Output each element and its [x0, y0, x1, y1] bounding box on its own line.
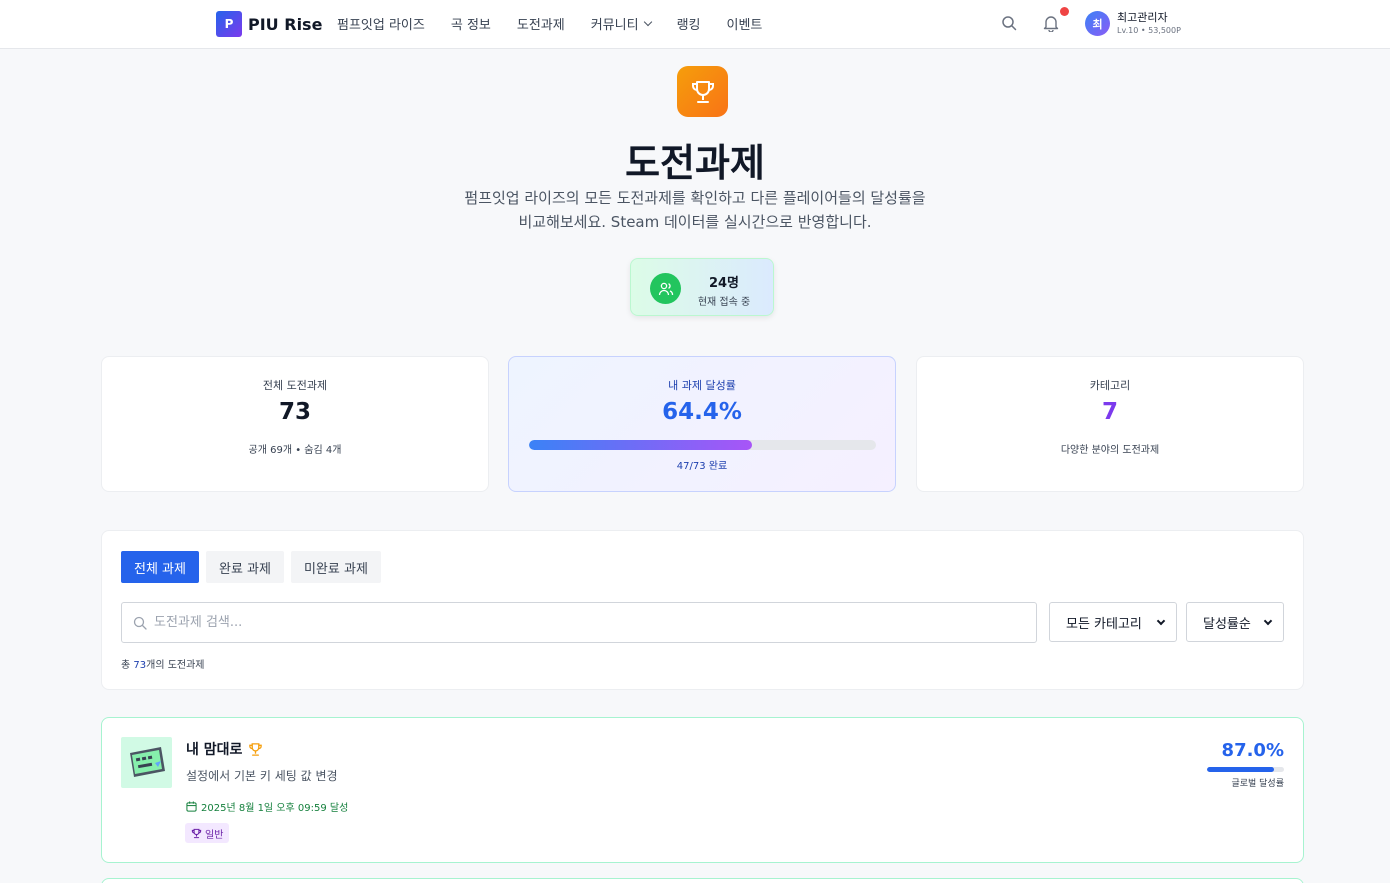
stat-card-total: 전체 도전과제 73 공개 69개 • 숨김 4개	[101, 356, 489, 492]
top-header: P PIU Rise 펌프잇업 라이즈 곡 정보 도전과제 커뮤니티 랭킹 이벤…	[0, 0, 1390, 49]
notification-dot	[1060, 7, 1069, 16]
user-level-points: Lv.10 • 53,500P	[1117, 26, 1181, 35]
tab-all[interactable]: 전체 과제	[121, 551, 199, 583]
chevron-down-icon	[1156, 616, 1166, 626]
tab-completed[interactable]: 완료 과제	[205, 551, 284, 583]
nav-item-community-label: 커뮤니티	[590, 18, 639, 33]
trophy-icon	[677, 66, 728, 117]
stat-card-category: 카테고리 7 다양한 분야의 도전과제	[916, 356, 1304, 492]
achievement-title-text: 내 맘대로	[186, 742, 243, 758]
result-count: 총 73개의 도전과제	[121, 656, 205, 671]
logo-badge: P	[216, 11, 242, 37]
stat-value: 64.4%	[662, 399, 742, 425]
search-input[interactable]	[154, 603, 1024, 642]
progress-fill	[529, 440, 753, 450]
result-count-suffix: 개의 도전과제	[146, 660, 205, 671]
online-users-badge: 24명 현재 접속 중	[630, 258, 774, 316]
sort-select[interactable]: 달성률순	[1186, 602, 1284, 642]
chevron-down-icon	[643, 17, 652, 26]
logo[interactable]: P PIU Rise	[216, 11, 322, 37]
achievement-card[interactable]	[101, 878, 1304, 883]
global-completion-percent: 87.0%	[1221, 740, 1284, 761]
page-description: 펌프잇업 라이즈의 모든 도전과제를 확인하고 다른 플레이어들의 달성률을 비…	[395, 186, 995, 234]
tab-bar: 전체 과제 완료 과제 미완료 과제	[121, 551, 388, 583]
stat-value: 7	[1101, 399, 1118, 425]
category-badge-label: 일반	[205, 829, 224, 841]
achievement-description: 설정에서 기본 키 세팅 값 변경	[186, 769, 338, 783]
stat-card-my-progress: 내 과제 달성률 64.4% 47/73 완료	[508, 356, 896, 492]
nav-item-song-info[interactable]: 곡 정보	[451, 14, 491, 33]
progress-bar	[529, 440, 876, 450]
filter-panel: 전체 과제 완료 과제 미완료 과제 모든 카테고리 달성률순 총 73개의 도…	[101, 530, 1304, 690]
nav-item-pump-it-up-rise[interactable]: 펌프잇업 라이즈	[337, 14, 425, 33]
nav-item-events[interactable]: 이벤트	[726, 14, 762, 33]
search-icon	[133, 615, 147, 634]
stat-sub: 공개 69개 • 숨김 4개	[248, 445, 342, 456]
search-icon[interactable]	[1001, 15, 1017, 35]
page-title: 도전과제	[625, 141, 765, 185]
tab-incomplete[interactable]: 미완료 과제	[290, 551, 381, 583]
achievement-card[interactable]: 내 맘대로 설정에서 기본 키 세팅 값 변경 2025년 8월 1일 오후 0…	[101, 717, 1304, 863]
stat-label: 내 과제 달성률	[668, 379, 736, 392]
category-select-value: 모든 카테고리	[1066, 616, 1142, 632]
calendar-icon	[186, 801, 197, 812]
chevron-down-icon	[1263, 616, 1273, 626]
users-icon	[650, 273, 681, 304]
result-count-prefix: 총	[121, 660, 134, 671]
stat-sub: 47/73 완료	[676, 461, 728, 472]
achievement-date: 2025년 8월 1일 오후 09:59 달성	[186, 799, 348, 814]
stat-value: 73	[278, 399, 311, 425]
global-completion-bar	[1207, 767, 1284, 772]
result-count-number: 73	[133, 660, 147, 671]
nav-item-achievements[interactable]: 도전과제	[517, 14, 565, 33]
stat-sub: 다양한 분야의 도전과제	[1060, 445, 1160, 456]
category-select[interactable]: 모든 카테고리	[1049, 602, 1177, 642]
online-label: 현재 접속 중	[697, 297, 751, 308]
trophy-icon	[191, 828, 202, 838]
global-completion-label: 글로벌 달성률	[1231, 779, 1284, 789]
online-count: 24명	[708, 276, 740, 291]
user-name[interactable]: 최고관리자	[1117, 9, 1168, 25]
trophy-icon	[249, 742, 263, 756]
global-completion-fill	[1207, 767, 1274, 772]
logo-text: PIU Rise	[248, 14, 323, 34]
stat-label: 전체 도전과제	[262, 379, 328, 392]
nav-item-ranking[interactable]: 랭킹	[677, 14, 701, 33]
achievement-keyboard-icon	[121, 737, 172, 788]
achievement-title: 내 맘대로	[186, 739, 263, 759]
stat-label: 카테고리	[1089, 379, 1131, 392]
achievement-date-text: 2025년 8월 1일 오후 09:59 달성	[201, 803, 349, 814]
sort-select-value: 달성률순	[1203, 616, 1251, 632]
nav-item-community[interactable]: 커뮤니티	[590, 14, 652, 33]
avatar[interactable]: 최	[1085, 11, 1110, 36]
category-badge: 일반	[185, 823, 230, 843]
search-box	[121, 602, 1037, 643]
bell-icon[interactable]	[1043, 14, 1059, 36]
page-description-line-2: 비교해보세요. Steam 데이터를 실시간으로 반영합니다.	[518, 213, 872, 231]
page-description-line-1: 펌프잇업 라이즈의 모든 도전과제를 확인하고 다른 플레이어들의 달성률을	[464, 189, 926, 207]
main-nav: 펌프잇업 라이즈 곡 정보 도전과제 커뮤니티 랭킹 이벤트	[337, 14, 788, 33]
